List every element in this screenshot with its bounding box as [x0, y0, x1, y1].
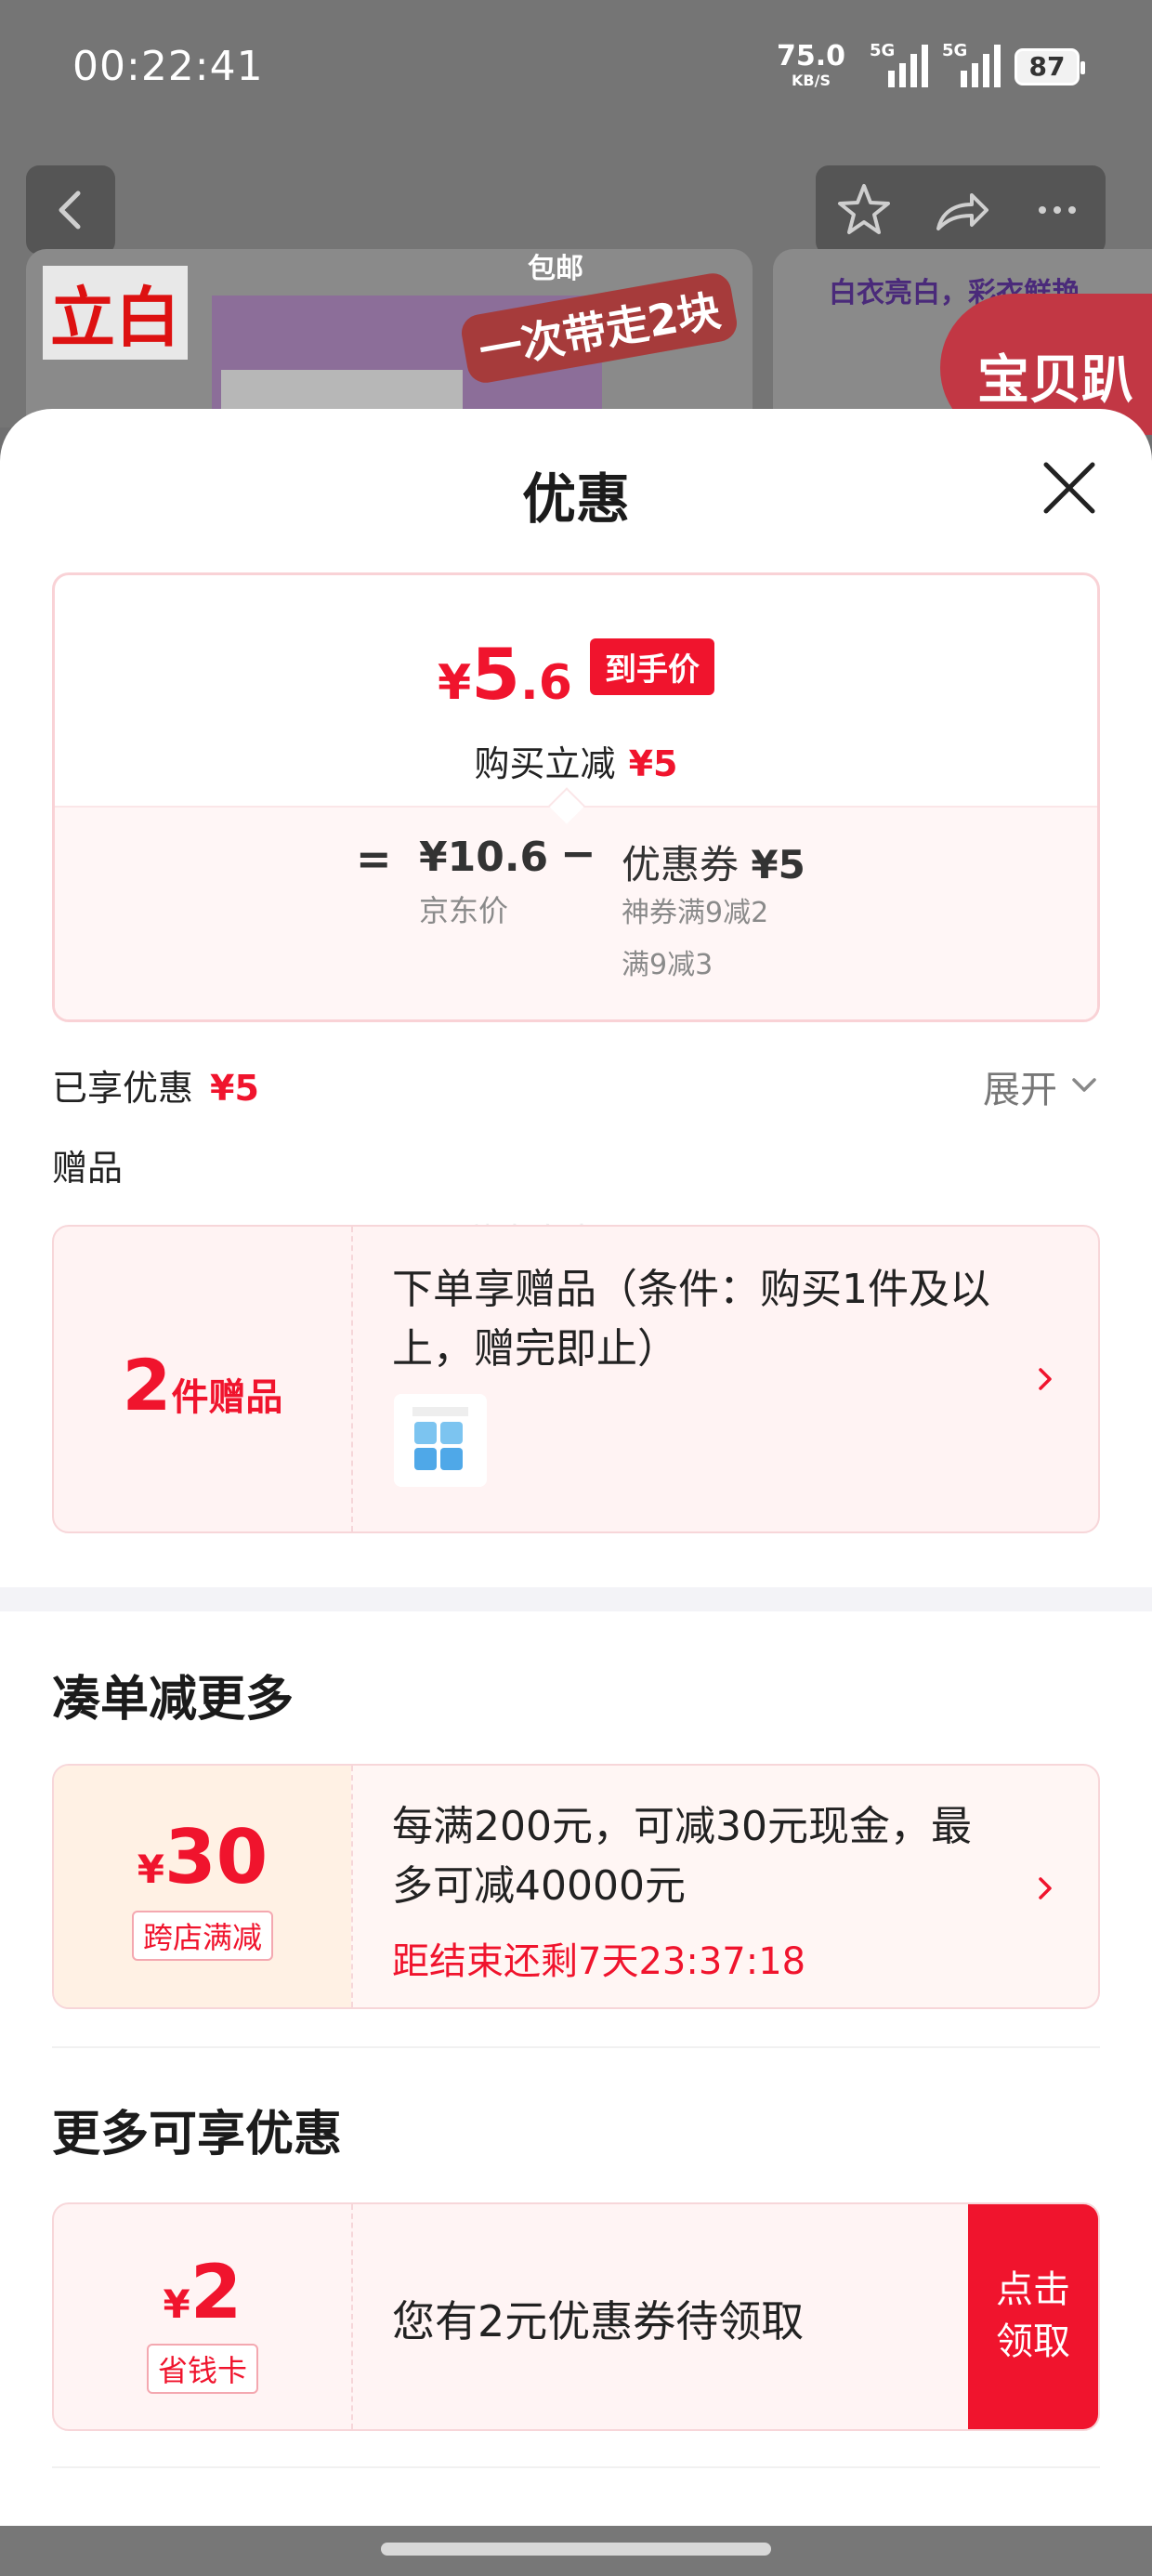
divider-line	[52, 2046, 1100, 2048]
more-dots-icon	[1039, 206, 1076, 214]
back-arrow-icon	[59, 191, 81, 230]
coupon-value: ¥2	[54, 2249, 351, 2335]
final-price-int: 5	[471, 633, 521, 716]
promo-countdown: 距结束还剩7天23:37:18	[392, 1940, 806, 1983]
brand-logo: 立白	[43, 266, 188, 360]
expand-button[interactable]: 展开	[983, 1059, 1057, 1113]
card-divider	[351, 1766, 353, 2007]
coupon-currency: ¥	[163, 2281, 190, 2327]
gift-card[interactable]: 2件赠品 下单享赠品（条件：购买1件及以上，赠完即止）	[52, 1225, 1100, 1533]
section-separator	[0, 1587, 1152, 1611]
product-image-1[interactable]: 立白 包邮 一次带走2块	[26, 249, 753, 435]
claim-line-1: 点击	[996, 2268, 1070, 2311]
gift-heading: 赠品	[52, 1148, 124, 1189]
coupon-note-2: 满9减3	[622, 949, 713, 981]
product-image-2[interactable]: 白衣亮白，彩衣鲜艳 宝贝趴	[773, 249, 1152, 435]
claim-coupon-button[interactable]: 点击 领取	[968, 2204, 1098, 2429]
discount-sheet: 优惠 ¥5.6 到手价 购买立减 ¥5 = ¥10.6 京东价 − 优惠券 ¥5 …	[0, 409, 1152, 2576]
coupon-description: 您有2元优惠券待领取	[392, 2296, 805, 2346]
claim-line-2: 领取	[996, 2320, 1070, 2363]
reduction-amount: ¥5	[628, 743, 678, 784]
minus-sign: −	[560, 828, 596, 878]
final-price-dec: .6	[520, 655, 572, 711]
share-icon	[936, 193, 988, 230]
promo-description: 每满200元，可减30元现金，最多可减40000元	[392, 1803, 972, 1910]
more-button[interactable]	[1009, 165, 1106, 255]
favorite-button[interactable]	[816, 165, 912, 255]
coupon-card[interactable]: ¥2 省钱卡 您有2元优惠券待领取 点击 领取	[52, 2202, 1100, 2431]
card-divider	[351, 1227, 353, 1531]
equals-sign: =	[356, 834, 392, 884]
slogan-small: 包邮	[528, 253, 583, 285]
signal-label: 5G	[870, 41, 896, 60]
instant-reduction: 购买立减 ¥5	[55, 735, 1097, 786]
coupon-tag: 省钱卡	[54, 2344, 351, 2394]
enjoyed-discount: 已享优惠 ¥5	[52, 1059, 259, 1111]
gift-count: 2件赠品	[54, 1344, 351, 1426]
jd-price-label: 京东价	[419, 893, 509, 928]
net-speed-value: 75.0	[777, 40, 846, 72]
coupon-value-number: 2	[190, 2249, 242, 2335]
coupon-note-1: 神券满9减2	[622, 897, 769, 929]
top-action-bar	[816, 165, 1106, 255]
final-price: ¥5.6 到手价	[55, 633, 1097, 716]
coupon-label: 优惠券	[622, 842, 740, 887]
signal-5g-icon: 5G	[870, 41, 928, 87]
close-button[interactable]	[1037, 455, 1102, 520]
final-price-currency: ¥	[437, 655, 472, 711]
chevron-right-icon	[1039, 1368, 1052, 1390]
status-time: 00:22:41	[72, 43, 264, 90]
gift-count-number: 2	[122, 1344, 172, 1426]
enjoyed-label: 已享优惠	[52, 1068, 194, 1109]
promo-tag-label: 跨店满减	[131, 1911, 273, 1961]
status-bar: 00:22:41 75.0 KB/S 5G 5G 87	[0, 0, 1152, 139]
gift-description: 下单享赠品（条件：购买1件及以上，赠完即止）	[392, 1266, 990, 1373]
divider-line	[52, 2466, 1100, 2468]
promo-amount-value: 30	[164, 1814, 268, 1900]
coupon-deduction: 优惠券 ¥5	[622, 834, 805, 890]
cross-store-promo-card[interactable]: ¥30 跨店满减 每满200元，可减30元现金，最多可减40000元 距结束还剩…	[52, 1764, 1100, 2009]
more-discount-heading: 凑单减更多	[52, 1672, 295, 1728]
price-breakdown-card: ¥5.6 到手价 购买立减 ¥5 = ¥10.6 京东价 − 优惠券 ¥5 神券满…	[52, 572, 1100, 1022]
promo-tag: 跨店满减	[54, 1911, 351, 1961]
coupon-amount: ¥5	[751, 842, 805, 887]
enjoyed-amount: ¥5	[210, 1068, 259, 1109]
promo-currency: ¥	[137, 1847, 164, 1892]
battery-icon: 87	[1015, 48, 1085, 85]
coupon-tag-label: 省钱卡	[146, 2344, 258, 2394]
net-speed: 75.0 KB/S	[777, 43, 845, 93]
share-button[interactable]	[912, 165, 1009, 255]
chevron-right-icon	[1039, 1877, 1052, 1899]
close-icon	[1043, 462, 1095, 514]
chevron-down-icon[interactable]	[1068, 1069, 1100, 1100]
star-icon	[838, 184, 890, 234]
signal-label-2: 5G	[942, 41, 968, 60]
gift-product-image	[412, 1407, 468, 1470]
gift-thumbnail	[394, 1394, 487, 1487]
home-indicator[interactable]	[381, 2543, 771, 2556]
promo-amount: ¥30	[54, 1814, 351, 1900]
back-button[interactable]	[26, 165, 115, 255]
final-price-badge: 到手价	[590, 638, 715, 695]
signal-5g-icon-2: 5G	[942, 41, 1001, 87]
gift-count-unit: 件赠品	[171, 1376, 283, 1419]
sheet-title: 优惠	[521, 467, 630, 531]
reduction-label: 购买立减	[474, 743, 616, 784]
extra-discount-heading: 更多可享优惠	[52, 2107, 343, 2162]
card-divider	[351, 2204, 353, 2429]
jd-price: ¥10.6	[419, 834, 549, 881]
